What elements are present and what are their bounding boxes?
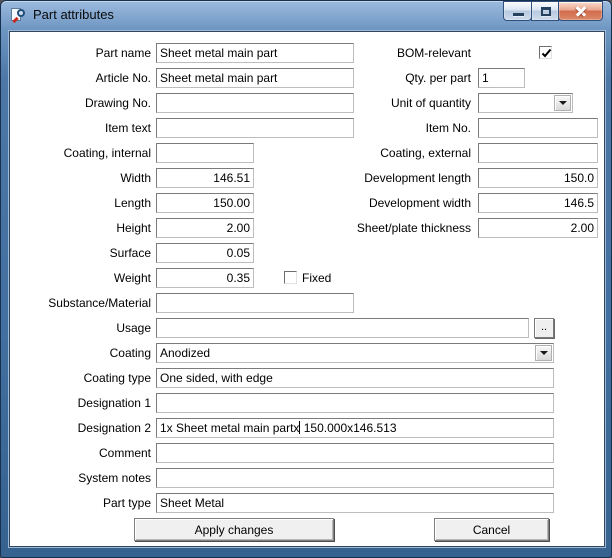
minimize-button[interactable] bbox=[503, 1, 532, 21]
qty-per-part-input[interactable] bbox=[478, 68, 525, 88]
close-icon bbox=[575, 5, 587, 17]
length-label: Length bbox=[21, 193, 151, 213]
article-no-label: Article No. bbox=[21, 68, 151, 88]
surface-label: Surface bbox=[21, 243, 151, 263]
designation2-text-before: 1x Sheet metal main partx bbox=[160, 421, 299, 435]
coating-internal-input[interactable] bbox=[156, 143, 254, 163]
coating-dropdown-button[interactable] bbox=[535, 345, 552, 361]
weight-label: Weight bbox=[21, 268, 151, 288]
system-notes-label: System notes bbox=[21, 468, 151, 488]
maximize-icon bbox=[541, 7, 551, 16]
usage-browse-button[interactable]: .. bbox=[534, 318, 554, 338]
weight-input[interactable] bbox=[156, 268, 254, 288]
bom-relevant-checkbox[interactable] bbox=[539, 46, 552, 59]
sheet-thickness-label: Sheet/plate thickness bbox=[331, 218, 471, 238]
drawing-no-input[interactable] bbox=[156, 93, 354, 113]
development-width-input[interactable] bbox=[478, 193, 598, 213]
magnifier-document-icon bbox=[11, 7, 27, 23]
qty-per-part-label: Qty. per part bbox=[331, 68, 471, 88]
coating-type-input[interactable] bbox=[156, 368, 554, 388]
coating-external-label: Coating, external bbox=[331, 143, 471, 163]
development-length-label: Development length bbox=[331, 168, 471, 188]
item-no-label: Item No. bbox=[331, 118, 471, 138]
comment-input[interactable] bbox=[156, 443, 554, 463]
unit-of-quantity-label: Unit of quantity bbox=[331, 93, 471, 113]
designation2-text-after: 150.000x146.513 bbox=[300, 421, 396, 435]
item-text-label: Item text bbox=[21, 118, 151, 138]
close-button[interactable] bbox=[558, 1, 603, 21]
height-input[interactable] bbox=[156, 218, 254, 238]
item-no-input[interactable] bbox=[478, 118, 598, 138]
chevron-down-icon bbox=[540, 351, 548, 359]
designation2-input[interactable]: 1x Sheet metal main partx 150.000x146.51… bbox=[156, 418, 554, 438]
sheet-thickness-input[interactable] bbox=[478, 218, 598, 238]
chevron-down-icon bbox=[559, 101, 567, 109]
bom-relevant-label: BOM-relevant bbox=[331, 43, 471, 63]
width-label: Width bbox=[21, 168, 151, 188]
cancel-button[interactable]: Cancel bbox=[434, 518, 549, 541]
maximize-button[interactable] bbox=[531, 1, 559, 21]
designation1-label: Designation 1 bbox=[21, 393, 151, 413]
length-input[interactable] bbox=[156, 193, 254, 213]
width-input[interactable] bbox=[156, 168, 254, 188]
part-type-label: Part type bbox=[21, 493, 151, 513]
window-controls bbox=[504, 1, 603, 21]
check-icon bbox=[540, 47, 553, 60]
coating-external-input[interactable] bbox=[478, 143, 598, 163]
substance-material-input[interactable] bbox=[156, 293, 354, 313]
designation1-input[interactable] bbox=[156, 393, 554, 413]
minimize-icon bbox=[513, 13, 524, 16]
comment-label: Comment bbox=[21, 443, 151, 463]
development-width-label: Development width bbox=[331, 193, 471, 213]
part-name-label: Part name bbox=[21, 43, 151, 63]
part-attributes-window: Part attributes Part name Article No. Dr… bbox=[0, 0, 612, 558]
fixed-label: Fixed bbox=[302, 268, 331, 288]
coating-value: Anodized bbox=[160, 344, 210, 362]
usage-input[interactable] bbox=[156, 318, 529, 338]
item-text-input[interactable] bbox=[156, 118, 354, 138]
article-no-input[interactable] bbox=[156, 68, 354, 88]
coating-dropdown[interactable]: Anodized bbox=[156, 343, 554, 363]
fixed-checkbox[interactable] bbox=[284, 271, 297, 284]
surface-input[interactable] bbox=[156, 243, 254, 263]
height-label: Height bbox=[21, 218, 151, 238]
system-notes-input[interactable] bbox=[156, 468, 554, 488]
coating-label: Coating bbox=[21, 343, 151, 363]
designation2-label: Designation 2 bbox=[21, 418, 151, 438]
window-title: Part attributes bbox=[33, 1, 114, 29]
drawing-no-label: Drawing No. bbox=[21, 93, 151, 113]
unit-of-quantity-dropdown[interactable] bbox=[478, 93, 573, 113]
part-name-input[interactable] bbox=[156, 43, 354, 63]
substance-material-label: Substance/Material bbox=[21, 293, 151, 313]
apply-changes-button[interactable]: Apply changes bbox=[134, 518, 334, 541]
usage-label: Usage bbox=[21, 318, 151, 338]
part-type-input[interactable] bbox=[156, 493, 554, 513]
unit-of-quantity-dropdown-button[interactable] bbox=[554, 95, 571, 111]
development-length-input[interactable] bbox=[478, 168, 598, 188]
coating-internal-label: Coating, internal bbox=[21, 143, 151, 163]
coating-type-label: Coating type bbox=[21, 368, 151, 388]
